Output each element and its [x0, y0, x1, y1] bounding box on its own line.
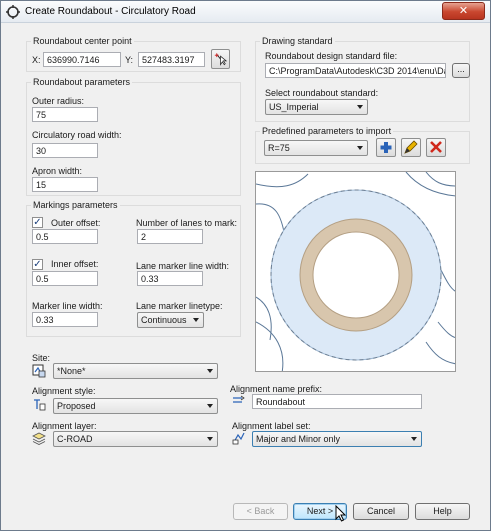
marker-line-width-label: Marker line width: — [32, 301, 103, 311]
drawing-standard-title: Drawing standard — [260, 36, 335, 46]
title-bar: Create Roundabout - Circulatory Road ✕ — [1, 1, 490, 23]
outer-radius-field[interactable]: 75 — [32, 107, 98, 122]
alignment-label-set-value: Major and Minor only — [256, 434, 341, 444]
browse-button[interactable]: ... — [452, 63, 470, 78]
x-coordinate-field[interactable]: 636990.7146 — [43, 52, 121, 67]
dialog-window: Create Roundabout - Circulatory Road ✕ R… — [0, 0, 491, 531]
pick-point-icon — [214, 53, 228, 66]
design-standard-file-field[interactable]: C:\ProgramData\Autodesk\C3D 2014\enu\Dat… — [265, 63, 446, 78]
apron-width-label: Apron width: — [32, 166, 83, 176]
inner-offset-label: Inner offset: — [51, 259, 99, 269]
add-icon — [380, 142, 392, 153]
site-label: Site: — [32, 353, 51, 363]
chevron-down-icon — [207, 369, 213, 373]
outer-radius-label: Outer radius: — [32, 96, 85, 106]
predefined-parameters-title: Predefined parameters to import — [260, 126, 394, 136]
apron-width-field[interactable]: 15 — [32, 177, 98, 192]
marker-line-width-field[interactable]: 0.33 — [32, 312, 98, 327]
lane-marker-linetype-label: Lane marker linetype: — [136, 301, 223, 311]
pick-point-button[interactable] — [211, 49, 230, 69]
alignment-style-icon — [34, 399, 46, 411]
alignment-layer-value: C-ROAD — [57, 434, 93, 444]
alignment-style-value: Proposed — [57, 401, 96, 411]
site-value: *None* — [57, 366, 86, 376]
alignment-label-set-dropdown[interactable]: Major and Minor only — [252, 431, 422, 447]
back-button[interactable]: < Back — [233, 503, 288, 520]
select-standard-label: Select roundabout standard: — [265, 88, 379, 98]
edit-parameters-button[interactable] — [401, 138, 421, 157]
help-button[interactable]: Help — [415, 503, 470, 520]
chevron-down-icon — [357, 146, 363, 150]
label-set-icon — [232, 432, 245, 445]
roundabout-standard-dropdown[interactable]: US_Imperial — [265, 99, 368, 115]
x-label: X: — [32, 55, 41, 65]
outer-offset-field[interactable]: 0.5 — [32, 229, 98, 244]
add-parameters-button[interactable] — [376, 138, 396, 157]
y-coordinate-field[interactable]: 527483.3197 — [138, 52, 205, 67]
layer-icon — [32, 432, 46, 445]
delete-icon — [430, 141, 442, 153]
chevron-down-icon — [207, 437, 213, 441]
outer-offset-checkbox[interactable]: ✓ — [32, 217, 43, 228]
outer-offset-label: Outer offset: — [51, 218, 101, 228]
alignment-layer-label: Alignment layer: — [32, 421, 97, 431]
prefix-icon — [233, 395, 245, 403]
y-label: Y: — [125, 55, 134, 65]
lanes-to-mark-label: Number of lanes to mark: — [136, 218, 238, 228]
circulatory-width-field[interactable]: 30 — [32, 143, 98, 158]
lane-marker-linetype-dropdown[interactable]: Continuous — [137, 312, 204, 328]
chevron-down-icon — [411, 437, 417, 441]
center-point-group-title: Roundabout center point — [31, 36, 134, 46]
roundabout-parameters-title: Roundabout parameters — [31, 77, 133, 87]
roundabout-preview — [255, 171, 456, 372]
roundabout-app-icon — [6, 5, 20, 19]
alignment-label-set-label: Alignment label set: — [232, 421, 311, 431]
site-icon — [32, 364, 46, 378]
delete-parameters-button[interactable] — [426, 138, 446, 157]
roundabout-standard-value: US_Imperial — [269, 102, 319, 112]
cancel-button[interactable]: Cancel — [353, 503, 409, 520]
alignment-layer-dropdown[interactable]: C-ROAD — [53, 431, 218, 447]
chevron-down-icon — [207, 404, 213, 408]
alignment-style-dropdown[interactable]: Proposed — [53, 398, 218, 414]
close-button[interactable]: ✕ — [442, 2, 485, 20]
inner-offset-field[interactable]: 0.5 — [32, 271, 98, 286]
markings-parameters-title: Markings parameters — [31, 200, 120, 210]
lanes-to-mark-field[interactable]: 2 — [137, 229, 203, 244]
design-standard-file-label: Roundabout design standard file: — [265, 51, 398, 61]
alignment-name-prefix-field[interactable]: Roundabout — [252, 394, 422, 409]
edit-icon — [404, 140, 418, 154]
roundabout-preview-drawing — [256, 172, 455, 371]
alignment-style-label: Alignment style: — [32, 386, 96, 396]
inner-offset-checkbox[interactable]: ✓ — [32, 259, 43, 270]
chevron-down-icon — [193, 318, 199, 322]
mouse-cursor-icon — [335, 505, 347, 522]
circulatory-width-label: Circulatory road width: — [32, 130, 122, 140]
lane-marker-width-field[interactable]: 0.33 — [137, 271, 203, 286]
predefined-parameters-value: R=75 — [268, 143, 290, 153]
window-title: Create Roundabout - Circulatory Road — [25, 6, 196, 17]
site-dropdown[interactable]: *None* — [53, 363, 218, 379]
lane-marker-linetype-value: Continuous — [141, 315, 187, 325]
lane-marker-width-label: Lane marker line width: — [136, 261, 230, 271]
chevron-down-icon — [357, 105, 363, 109]
predefined-parameters-dropdown[interactable]: R=75 — [264, 140, 368, 156]
